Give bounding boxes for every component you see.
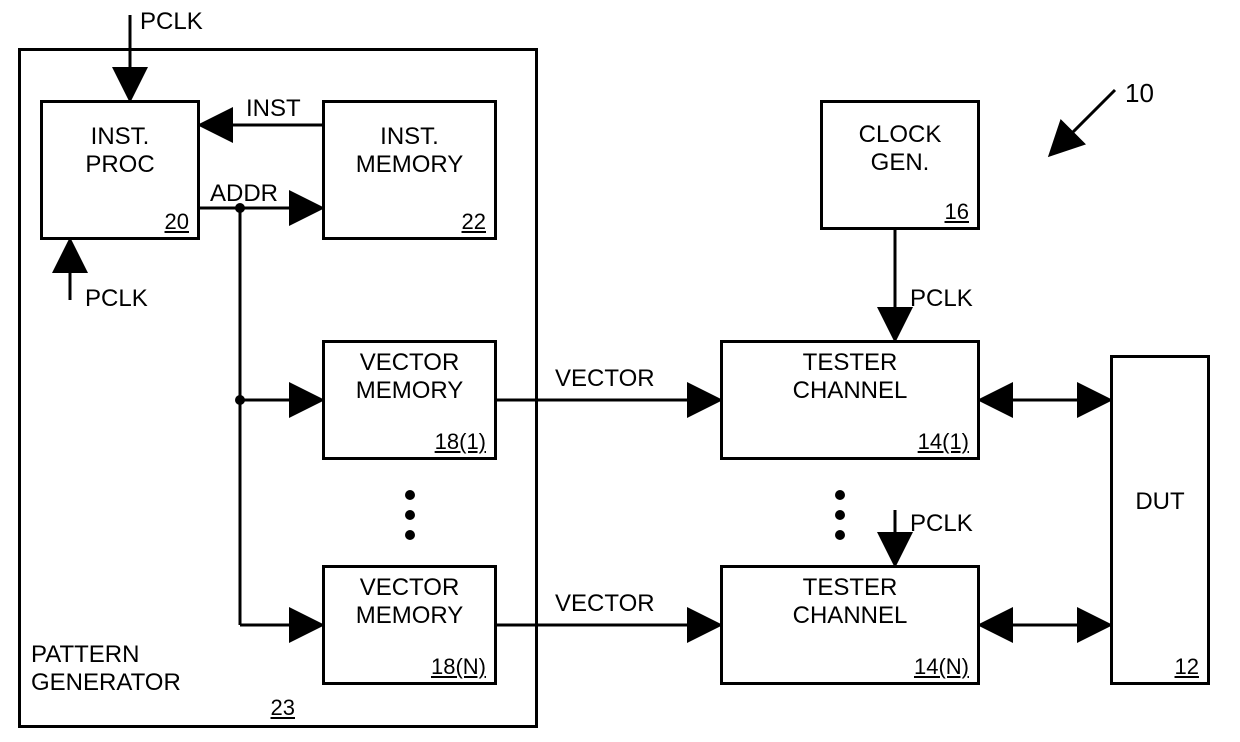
vector-memory-1-box: VECTOR MEMORY 18(1) <box>322 340 497 460</box>
tester-channel-n-box: TESTER CHANNEL 14(N) <box>720 565 980 685</box>
vector-label-n: VECTOR <box>555 590 655 618</box>
inst-proc-box: INST. PROC 20 <box>40 100 200 240</box>
dut-l1: DUT <box>1135 488 1184 515</box>
vec-mem1-l1: VECTOR <box>360 349 460 376</box>
inst-memory-box: INST. MEMORY 22 <box>322 100 497 240</box>
testerN-l1: TESTER <box>803 574 898 601</box>
pattern-generator-label-1: PATTERN <box>31 641 139 668</box>
vec-memN-l2: MEMORY <box>356 602 464 629</box>
vec-memN-l1: VECTOR <box>360 574 460 601</box>
diagram-canvas: PATTERN GENERATOR 23 INST. PROC 20 INST.… <box>0 0 1240 742</box>
diagram-ref-10: 10 <box>1125 78 1154 109</box>
pclk-label-left: PCLK <box>85 285 148 313</box>
vector-label-1: VECTOR <box>555 365 655 393</box>
tester1-l2: CHANNEL <box>793 377 908 404</box>
clock-gen-ref: 16 <box>945 199 969 225</box>
vec-mem1-l2: MEMORY <box>356 377 464 404</box>
vec-memN-ref: 18(N) <box>431 654 486 680</box>
pattern-generator-label-2: GENERATOR <box>31 669 181 696</box>
inst-label: INST <box>246 95 301 123</box>
tester1-l1: TESTER <box>803 349 898 376</box>
inst-mem-l2: MEMORY <box>356 151 464 178</box>
clock-gen-l2: GEN. <box>871 149 930 176</box>
pattern-generator-ref: 23 <box>271 695 295 721</box>
addr-label: ADDR <box>210 180 278 208</box>
dut-box: DUT 12 <box>1110 355 1210 685</box>
pclk-label-clk: PCLK <box>910 285 973 313</box>
testerN-ref: 14(N) <box>914 654 969 680</box>
inst-proc-l2: PROC <box>85 151 154 178</box>
clock-gen-l1: CLOCK <box>859 121 942 148</box>
pclk-label-top: PCLK <box>140 8 203 36</box>
dut-ref: 12 <box>1175 654 1199 680</box>
inst-mem-ref: 22 <box>462 209 486 235</box>
vector-memory-n-box: VECTOR MEMORY 18(N) <box>322 565 497 685</box>
inst-proc-l1: INST. <box>91 123 150 150</box>
inst-proc-ref: 20 <box>165 209 189 235</box>
vec-mem1-ref: 18(1) <box>435 429 486 455</box>
clock-gen-box: CLOCK GEN. 16 <box>820 100 980 230</box>
tester1-ref: 14(1) <box>918 429 969 455</box>
inst-mem-l1: INST. <box>380 123 439 150</box>
pclk-label-n: PCLK <box>910 510 973 538</box>
tester-channel-1-box: TESTER CHANNEL 14(1) <box>720 340 980 460</box>
testerN-l2: CHANNEL <box>793 602 908 629</box>
